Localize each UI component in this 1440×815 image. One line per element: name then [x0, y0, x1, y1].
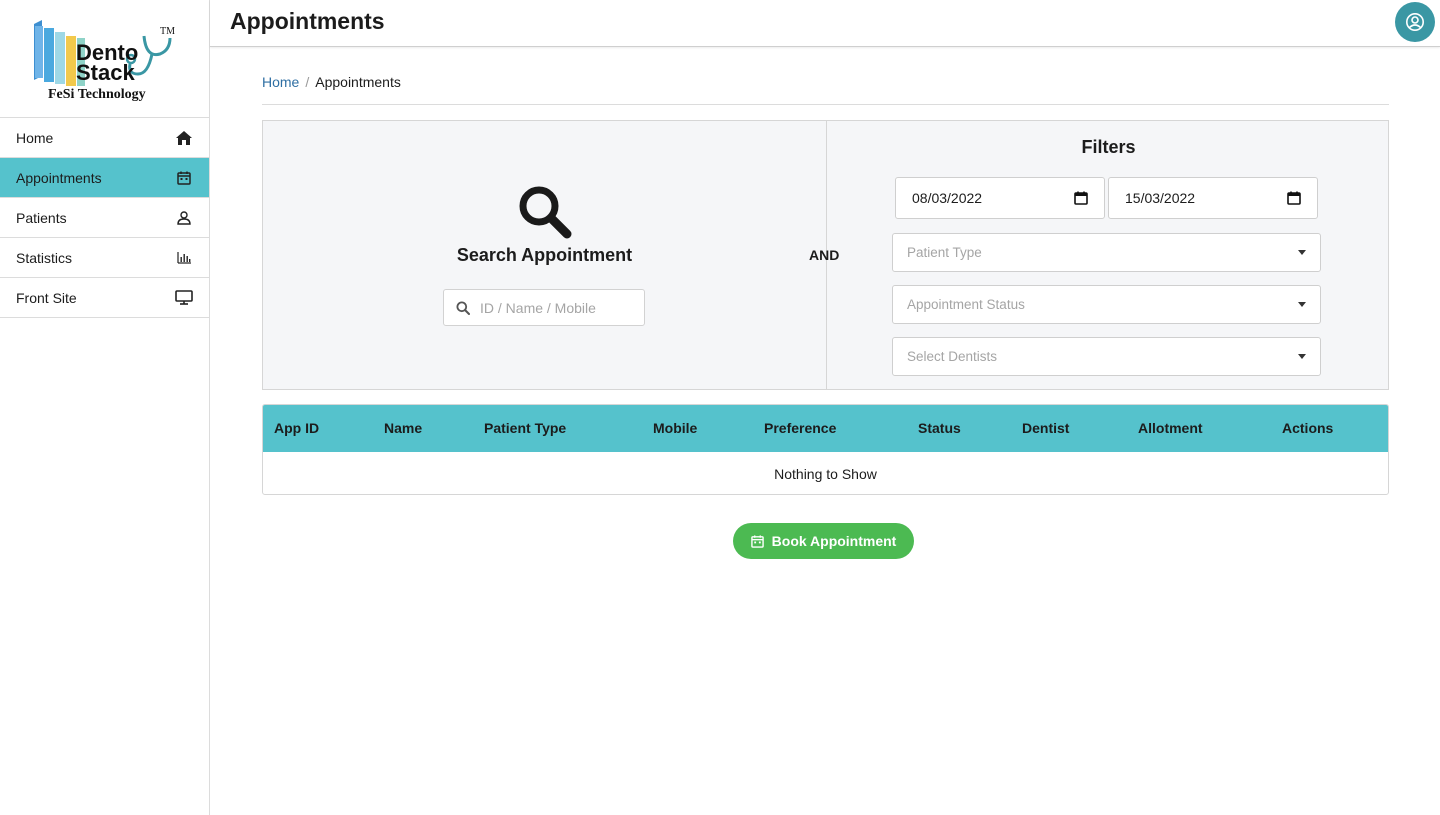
- book-appointment-button[interactable]: Book Appointment: [733, 523, 914, 559]
- sidebar-item-label: Front Site: [16, 289, 77, 306]
- patient-type-select[interactable]: Patient Type: [892, 233, 1321, 272]
- breadcrumb-home-link[interactable]: Home: [262, 74, 299, 90]
- sidebar-item-label: Appointments: [16, 169, 102, 186]
- search-filter-panel: Search Appointment AND Filters 08/03/202…: [262, 120, 1389, 390]
- table-header: App ID Name Patient Type Mobile Preferen…: [263, 405, 1388, 452]
- date-to-field[interactable]: 15/03/2022: [1108, 177, 1318, 219]
- svg-text:Stack: Stack: [76, 60, 135, 85]
- monitor-icon: [175, 289, 193, 307]
- sidebar-item-statistics[interactable]: Statistics: [0, 238, 209, 278]
- column-header[interactable]: Preference: [764, 420, 836, 436]
- bar-chart-icon: [175, 249, 193, 267]
- search-input[interactable]: [480, 299, 630, 316]
- column-header[interactable]: App ID: [274, 420, 319, 436]
- home-icon: [175, 129, 193, 147]
- column-header[interactable]: Name: [384, 420, 422, 436]
- column-header[interactable]: Actions: [1282, 420, 1333, 436]
- sidebar: Dento Stack TM FeSi Technology Home Appo…: [0, 0, 210, 815]
- sidebar-item-patients[interactable]: Patients: [0, 198, 209, 238]
- column-header[interactable]: Status: [918, 420, 961, 436]
- breadcrumb-separator: /: [305, 74, 310, 90]
- search-appointment-title: Search Appointment: [456, 245, 633, 265]
- column-header[interactable]: Mobile: [653, 420, 697, 436]
- column-header[interactable]: Allotment: [1138, 420, 1203, 436]
- brand-logo[interactable]: Dento Stack TM FeSi Technology: [0, 0, 209, 118]
- search-icon: [519, 186, 572, 239]
- sidebar-item-front-site[interactable]: Front Site: [0, 278, 209, 318]
- appointments-table: App ID Name Patient Type Mobile Preferen…: [262, 404, 1389, 495]
- breadcrumb: Home / Appointments: [262, 74, 1389, 105]
- dentostack-logo: Dento Stack TM FeSi Technology: [34, 20, 175, 102]
- date-to-value: 15/03/2022: [1125, 190, 1196, 206]
- dentist-placeholder: Select Dentists: [907, 349, 998, 364]
- sidebar-item-appointments[interactable]: Appointments: [0, 158, 209, 198]
- user-avatar[interactable]: [1395, 2, 1435, 42]
- svg-text:TM: TM: [160, 26, 175, 37]
- filters-title: Filters: [1081, 137, 1136, 157]
- book-appointment-label: Book Appointment: [771, 533, 897, 549]
- svg-text:FeSi Technology: FeSi Technology: [48, 87, 146, 102]
- appointment-status-placeholder: Appointment Status: [907, 297, 1025, 312]
- user-circle-icon: [1406, 13, 1424, 31]
- sidebar-item-home[interactable]: Home: [0, 118, 209, 158]
- chevron-down-icon: [1298, 302, 1306, 307]
- chevron-down-icon: [1298, 250, 1306, 255]
- breadcrumb-current: Appointments: [315, 74, 401, 90]
- search-field[interactable]: [443, 289, 645, 326]
- chevron-down-icon: [1298, 354, 1306, 359]
- date-from-field[interactable]: 08/03/2022: [895, 177, 1105, 219]
- date-from-value: 08/03/2022: [912, 190, 983, 206]
- patient-type-placeholder: Patient Type: [907, 245, 982, 260]
- calendar-icon: [750, 534, 764, 548]
- sidebar-item-label: Patients: [16, 209, 67, 226]
- calendar-icon[interactable]: [1074, 191, 1088, 205]
- sidebar-item-label: Home: [16, 129, 54, 146]
- column-header[interactable]: Dentist: [1022, 420, 1069, 436]
- page-title: Appointments: [230, 8, 385, 34]
- calendar-icon: [175, 169, 193, 187]
- sidebar-item-label: Statistics: [16, 249, 73, 266]
- column-header[interactable]: Patient Type: [484, 420, 566, 436]
- top-header: Appointments: [210, 0, 1440, 47]
- and-label: AND: [809, 247, 840, 263]
- user-icon: [175, 209, 193, 227]
- appointment-status-select[interactable]: Appointment Status: [892, 285, 1321, 324]
- calendar-icon[interactable]: [1287, 191, 1301, 205]
- search-input-icon: [456, 301, 470, 315]
- dentist-select[interactable]: Select Dentists: [892, 337, 1321, 376]
- table-empty-row: Nothing to Show: [774, 465, 877, 482]
